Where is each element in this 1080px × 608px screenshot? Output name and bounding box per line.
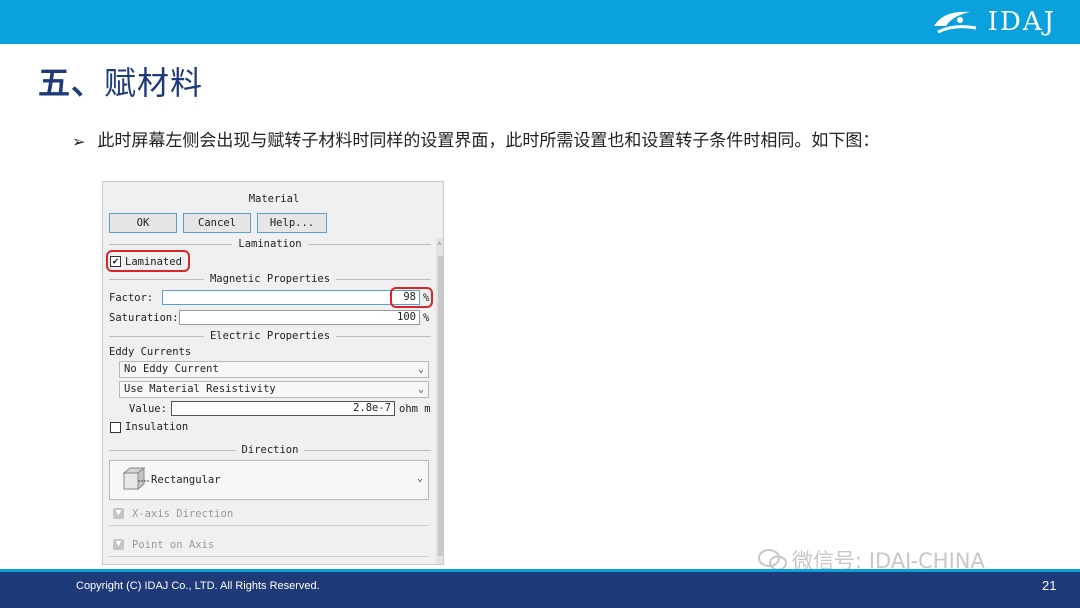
ok-button[interactable]: OK xyxy=(109,213,177,233)
direction-select[interactable]: Rectangular ⌄ xyxy=(109,460,429,500)
page-number: 21 xyxy=(1042,578,1057,593)
scroll-up-icon[interactable]: ⌃ xyxy=(437,241,442,250)
factor-label: Factor: xyxy=(109,292,154,304)
section-divider xyxy=(307,243,431,245)
rectangular-coords-icon xyxy=(122,466,150,491)
scrollbar-thumb[interactable] xyxy=(438,256,443,556)
footer-accent-line xyxy=(0,569,1080,572)
resistivity-value-input[interactable]: 2.8e-7 xyxy=(171,401,395,416)
bullet-point: ➢ 此时屏幕左侧会出现与赋转子材料时同样的设置界面，此时所需设置也和设置转子条件… xyxy=(72,129,1012,154)
section-label: Electric Properties xyxy=(209,330,331,342)
factor-input[interactable]: 98 xyxy=(162,290,420,305)
slide-title: 五、赋材料 xyxy=(38,58,203,104)
insulation-checkbox[interactable] xyxy=(110,422,121,433)
material-dialog: Material OK Cancel Help... Lamination ✔ … xyxy=(102,181,444,565)
section-divider xyxy=(109,335,204,337)
section-divider xyxy=(336,335,432,337)
title-number: 五、 xyxy=(38,64,105,102)
eddy-current-select[interactable]: No Eddy Current ⌄ xyxy=(119,361,429,378)
top-banner xyxy=(0,0,1080,44)
resistivity-select[interactable]: Use Material Resistivity ⌄ xyxy=(119,381,429,398)
chevron-down-icon: ⌄ xyxy=(416,473,423,484)
arrow-down-icon: ▼ xyxy=(113,508,124,519)
swoosh-logo-icon xyxy=(933,11,976,34)
point-on-axis-label: Point on Axis xyxy=(132,538,215,551)
point-on-axis-row[interactable]: ▼ Point on Axis xyxy=(109,533,429,557)
insulation-label: Insulation xyxy=(125,421,189,433)
saturation-label: Saturation: xyxy=(109,312,179,324)
chevron-down-icon: ⌄ xyxy=(417,384,424,395)
factor-highlight xyxy=(390,287,433,308)
idaj-logo: IDAJ xyxy=(930,6,1056,38)
title-text: 赋材料 xyxy=(104,64,204,102)
laminated-highlight xyxy=(106,250,190,272)
section-divider xyxy=(336,278,432,280)
section-label: Magnetic Properties xyxy=(209,273,331,285)
resistivity-value: Use Material Resistivity xyxy=(124,383,276,395)
value-unit: ohm m xyxy=(399,403,431,415)
section-magnetic: Magnetic Properties xyxy=(109,272,432,286)
x-axis-direction-label: X-axis Direction xyxy=(132,507,234,520)
section-label: Lamination xyxy=(238,238,302,250)
dialog-title: Material xyxy=(248,193,300,205)
eddy-current-value: No Eddy Current xyxy=(124,363,219,375)
help-button[interactable]: Help... xyxy=(257,213,327,233)
section-direction: Direction xyxy=(109,443,431,457)
chevron-down-icon: ⌄ xyxy=(417,364,424,375)
copyright-text: Copyright (C) IDAJ Co., LTD. All Rights … xyxy=(76,580,320,592)
section-label: Direction xyxy=(241,444,299,456)
arrow-down-icon: ▼ xyxy=(113,539,124,550)
cancel-button[interactable]: Cancel xyxy=(183,213,251,233)
logo-text: IDAJ xyxy=(987,7,1056,37)
eddy-currents-label: Eddy Currents xyxy=(109,346,192,358)
section-divider xyxy=(109,449,236,451)
value-label: Value: xyxy=(129,403,167,415)
x-axis-direction-row[interactable]: ▼ X-axis Direction xyxy=(109,502,429,526)
bullet-text: 此时屏幕左侧会出现与赋转子材料时同样的设置界面，此时所需设置也和设置转子条件时相… xyxy=(97,131,880,151)
section-divider xyxy=(109,278,204,280)
section-lamination: Lamination xyxy=(109,237,431,251)
bullet-arrow-icon: ➢ xyxy=(72,132,86,151)
section-divider xyxy=(109,243,233,245)
section-divider xyxy=(304,449,431,451)
section-electric: Electric Properties xyxy=(109,329,432,343)
saturation-input[interactable]: 100 xyxy=(179,310,420,325)
direction-value: Rectangular xyxy=(151,474,221,486)
saturation-unit: % xyxy=(423,312,430,324)
